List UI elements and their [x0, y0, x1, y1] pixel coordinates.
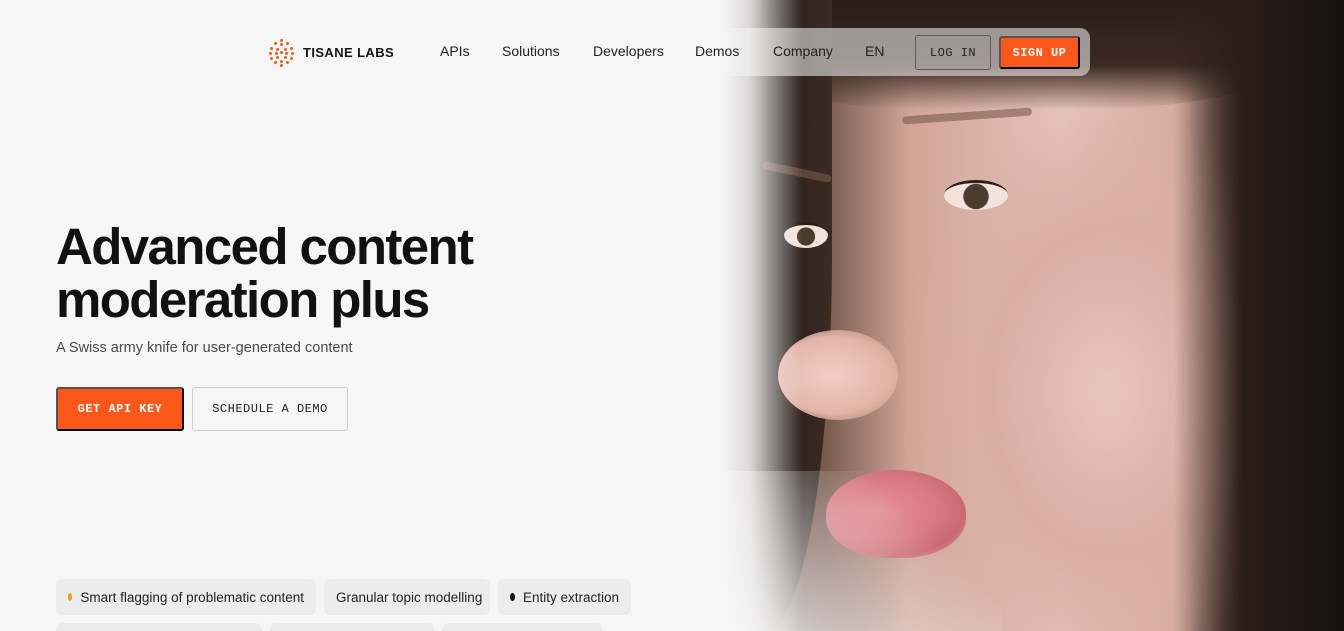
image-fade [722, 471, 1002, 631]
hero-headline-line: Advanced content [56, 218, 474, 275]
feature-chip-partial[interactable] [56, 623, 262, 631]
feature-chip-entity-extraction[interactable]: Entity extraction [498, 579, 631, 615]
feature-chip-label: Smart flagging of problematic content [80, 589, 304, 605]
logo-link[interactable]: TISANE LABS [269, 39, 395, 67]
feature-chip-partial[interactable] [442, 623, 602, 631]
hero-portrait-image [722, 0, 1344, 631]
dotted-sphere-logo-icon [269, 39, 295, 67]
signup-button[interactable]: SIGN UP [999, 36, 1080, 69]
nav-link-apis[interactable]: APIs [440, 43, 470, 59]
status-dot-icon [68, 593, 73, 601]
feature-chip-partial[interactable] [270, 623, 434, 631]
nav-link-solutions[interactable]: Solutions [502, 43, 560, 59]
eye-shape [944, 180, 1008, 210]
schedule-demo-button[interactable]: SCHEDULE A DEMO [192, 387, 348, 431]
hair-shape [1174, 0, 1344, 631]
language-selector[interactable]: EN [865, 43, 884, 59]
feature-chip-label: Granular topic modelling [336, 589, 483, 605]
hero-headline: Advanced content moderation plus [56, 220, 616, 326]
eyebrow-shape [901, 107, 1033, 125]
feature-chip-smart-flagging[interactable]: Smart flagging of problematic content [56, 579, 316, 615]
hero-headline-line: moderation plus [56, 271, 430, 328]
status-dot-icon [510, 593, 515, 601]
feature-chip-label: Entity extraction [522, 589, 619, 605]
nav-link-developers[interactable]: Developers [593, 43, 664, 59]
brand-name: TISANE LABS [303, 44, 395, 60]
hero-subheadline: A Swiss army knife for user-generated co… [56, 340, 353, 356]
login-button[interactable]: LOG IN [915, 35, 991, 70]
get-api-key-button[interactable]: GET API KEY [56, 387, 184, 431]
nav-link-company[interactable]: Company [773, 43, 833, 59]
feature-chip-topic-modelling[interactable]: Granular topic modelling [324, 579, 490, 615]
nav-link-demos[interactable]: Demos [695, 43, 739, 59]
